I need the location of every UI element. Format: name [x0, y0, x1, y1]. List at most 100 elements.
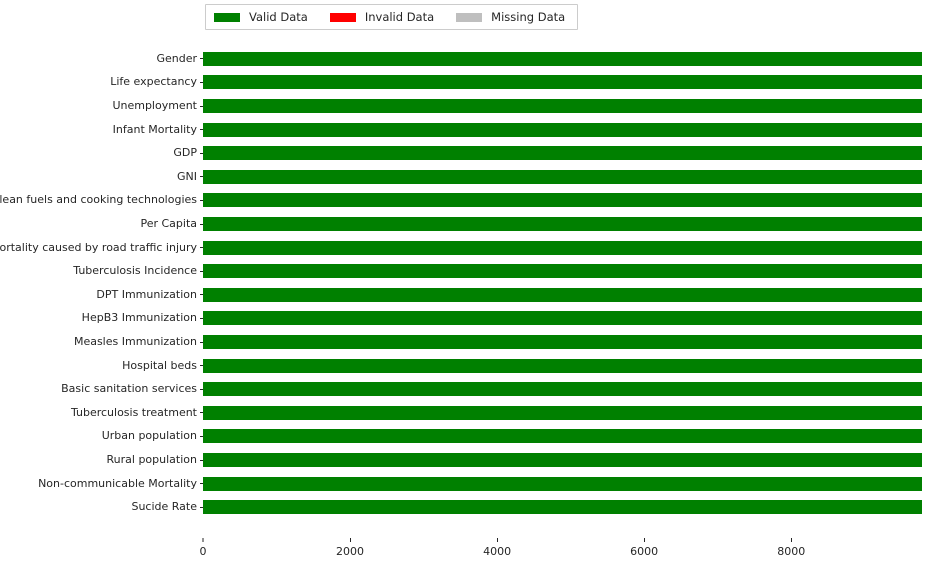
y-axis-tick: Mortality caused by road traffic injury: [0, 241, 203, 255]
y-axis-tick: Measles Immunization: [74, 335, 203, 349]
bar-row[interactable]: [203, 382, 928, 397]
y-axis-tick: Life expectancy: [110, 75, 203, 89]
y-axis-tick: Sucide Rate: [131, 500, 203, 514]
bar-segment[interactable]: [203, 169, 923, 184]
bar-segment[interactable]: [203, 335, 923, 349]
x-axis-tick-label: 6000: [630, 544, 659, 558]
x-axis-tick-label: 4000: [483, 544, 512, 558]
y-axis-tick-label: DPT Immunization: [96, 287, 197, 301]
y-axis-tick-label: Per Capita: [140, 217, 197, 230]
bar-segment[interactable]: [203, 287, 923, 302]
y-axis-tick: Gender: [156, 52, 203, 66]
bar-segment[interactable]: [203, 429, 923, 444]
x-axis-tick: 8000: [777, 538, 805, 558]
bar-segment[interactable]: [203, 358, 923, 373]
x-axis-tick-mark: [643, 538, 645, 542]
bar-row[interactable]: [203, 146, 928, 161]
y-axis-tick-label: GDP: [173, 146, 197, 160]
bar-row[interactable]: [203, 264, 928, 279]
bar-segment[interactable]: [203, 476, 923, 491]
bar-segment[interactable]: [203, 405, 923, 420]
bar-row[interactable]: [203, 335, 928, 349]
y-axis: Gender Life expectancy Unemployment Infant …: [0, 47, 203, 519]
legend-swatch-icon: [214, 12, 240, 22]
legend-label: Missing Data: [491, 10, 566, 24]
bar-segment[interactable]: [203, 122, 923, 137]
bar-segment[interactable]: [203, 193, 923, 208]
y-axis-tick: Unemployment: [112, 99, 203, 113]
y-axis-tick: Per Capita: [140, 217, 203, 231]
bar-row[interactable]: [203, 453, 928, 467]
bar-segment[interactable]: [203, 453, 923, 467]
bar-row[interactable]: [203, 476, 928, 491]
y-axis-tick-label: Infant Mortality: [112, 122, 197, 136]
y-axis-tick-label: Life expectancy: [110, 75, 197, 89]
bar-segment[interactable]: [203, 75, 923, 90]
y-axis-tick: Tuberculosis Incidence: [73, 264, 203, 278]
bar-row[interactable]: [203, 99, 928, 113]
legend-label: Valid Data: [249, 10, 308, 24]
y-axis-tick-label: Clean fuels and cooking technologies: [0, 193, 197, 207]
x-axis-tick: 4000: [483, 538, 511, 558]
legend-label: Invalid Data: [364, 10, 435, 24]
x-axis-tick-mark: [496, 538, 498, 542]
y-axis-tick-label: Gender: [156, 51, 197, 65]
bar-row[interactable]: [203, 405, 928, 420]
y-axis-tick-label: GNI: [177, 169, 197, 183]
bar-row[interactable]: [203, 217, 928, 231]
legend-entry[interactable]: Missing Data: [456, 10, 565, 24]
x-axis-tick-label: 8000: [777, 544, 806, 558]
bar-segment[interactable]: [203, 99, 923, 113]
x-axis-tick: 2000: [336, 538, 364, 558]
y-axis-tick: GNI: [177, 170, 203, 184]
bar-segment[interactable]: [203, 264, 923, 279]
bar-row[interactable]: [203, 429, 928, 444]
y-axis-tick-label: Basic sanitation services: [61, 382, 197, 396]
bar-segment[interactable]: [203, 240, 923, 255]
bar-row[interactable]: [203, 51, 928, 66]
y-axis-tick: Hospital beds: [122, 359, 203, 373]
y-axis-tick: GDP: [173, 146, 203, 160]
legend-entry[interactable]: Invalid Data: [329, 10, 435, 24]
legend-swatch-icon: [329, 12, 356, 22]
x-axis-tick: 6000: [630, 538, 658, 558]
bar-segment[interactable]: [203, 311, 923, 326]
y-axis-tick-label: Sucide Rate: [131, 500, 197, 514]
legend-swatch-icon: [456, 12, 483, 22]
y-axis-tick-label: Tuberculosis Incidence: [73, 264, 197, 278]
x-axis-tick-mark: [349, 538, 351, 542]
bar-segment[interactable]: [203, 217, 923, 231]
bar-row[interactable]: [203, 75, 928, 90]
bar-row[interactable]: [203, 311, 928, 326]
bar-row[interactable]: [203, 287, 928, 302]
y-axis-tick-label: Hospital beds: [122, 358, 197, 372]
y-axis-tick: Urban population: [102, 429, 203, 443]
bar-segment[interactable]: [203, 500, 923, 515]
y-axis-tick: Tuberculosis treatment: [71, 406, 203, 420]
x-axis-tick-mark: [790, 538, 792, 542]
chart-legend: Valid Data Invalid Data Missing Data: [205, 4, 579, 30]
y-axis-tick-label: Tuberculosis treatment: [70, 405, 197, 419]
x-axis-tick-label: 2000: [336, 544, 365, 558]
legend-entry[interactable]: Valid Data: [214, 10, 308, 24]
y-axis-tick-label: Unemployment: [112, 99, 197, 112]
y-axis-tick-label: HepB3 Immunization: [81, 311, 197, 325]
bar-row[interactable]: [203, 122, 928, 137]
y-axis-tick: HepB3 Immunization: [82, 311, 203, 325]
bar-row[interactable]: [203, 193, 928, 208]
y-axis-tick-label: Measles Immunization: [73, 335, 197, 348]
y-axis-tick-label: Mortality caused by road traffic injury: [0, 240, 197, 254]
bar-row[interactable]: [203, 358, 928, 373]
plot-area: [203, 47, 928, 519]
bar-segment[interactable]: [203, 51, 923, 66]
bar-row[interactable]: [203, 240, 928, 255]
bar-segment[interactable]: [203, 382, 923, 397]
bar-row[interactable]: [203, 169, 928, 184]
y-axis-tick-label: Non-communicable Mortality: [38, 476, 197, 490]
bar-row[interactable]: [203, 500, 928, 515]
x-axis: 0 2000 4000 6000 8000: [200, 519, 928, 568]
y-axis-tick: DPT Immunization: [96, 288, 203, 302]
bar-segment[interactable]: [203, 146, 923, 161]
y-axis-tick: Infant Mortality: [113, 123, 203, 137]
y-axis-tick: Basic sanitation services: [61, 382, 203, 396]
